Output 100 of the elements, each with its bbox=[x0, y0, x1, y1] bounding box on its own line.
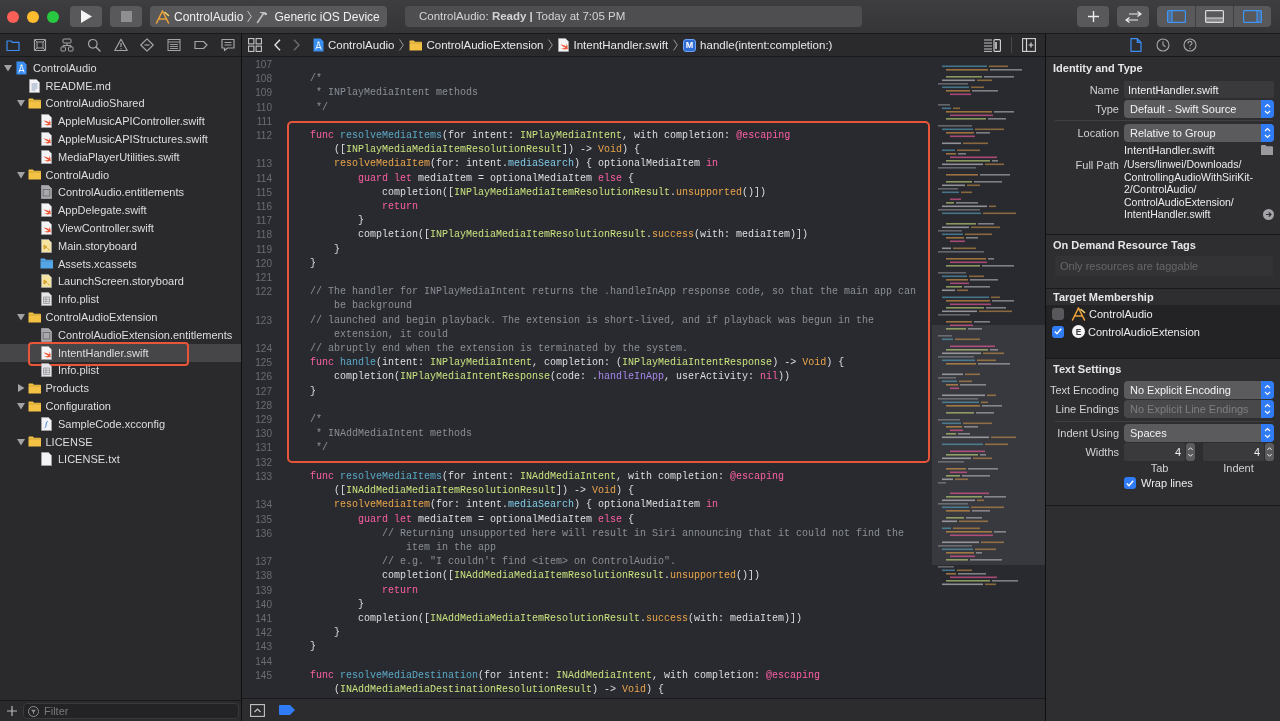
line-number: 134 bbox=[254, 498, 273, 513]
disclosure-triangle-icon[interactable] bbox=[16, 170, 25, 179]
tree-item[interactable]: Info.plist bbox=[0, 290, 241, 309]
folder-icon bbox=[409, 39, 423, 51]
tree-item[interactable]: Products bbox=[0, 379, 241, 398]
breadcrumb[interactable]: ControlAudioExtension bbox=[409, 36, 544, 54]
section-title: Text Settings bbox=[1052, 361, 1123, 377]
asset-folder-icon bbox=[40, 258, 53, 270]
tree-item[interactable]: ControlAudioShared bbox=[0, 94, 241, 113]
folder-icon bbox=[27, 436, 41, 448]
line-number: 108 bbox=[254, 72, 273, 87]
framed-document-icon bbox=[41, 327, 52, 342]
stepper[interactable] bbox=[1265, 442, 1274, 461]
tree-item[interactable]: Configuration bbox=[0, 397, 241, 415]
disclosure-triangle-icon[interactable] bbox=[16, 437, 25, 446]
project-file-icon bbox=[16, 60, 27, 75]
breadcrumb[interactable]: ControlAudio bbox=[313, 36, 395, 54]
editor-options-button[interactable] bbox=[984, 37, 1001, 53]
file-path: /Users/linwei/Downloads/ControllingAudioWithSiriKit-2/ControlAudio/ControlAudioExtension/IntentHandler.swift bbox=[1124, 158, 1254, 221]
tree-item[interactable]: ControlAudio bbox=[0, 59, 241, 77]
swap-arrows-icon bbox=[1124, 10, 1142, 23]
number-field[interactable]: 4 bbox=[1203, 442, 1264, 461]
tree-item[interactable]: ControlAudio.entitlements bbox=[0, 183, 241, 202]
zoom-window-button[interactable] bbox=[47, 10, 59, 23]
tree-item[interactable]: LICENSE bbox=[0, 432, 241, 451]
breadcrumb[interactable]: IntentHandler.swift bbox=[558, 36, 669, 54]
checkbox[interactable] bbox=[1052, 325, 1064, 338]
document-icon bbox=[28, 78, 40, 93]
checkmark-icon bbox=[1054, 328, 1062, 336]
code-line: func resolveMediaItems(for intent: INPlayMediaIntent, with completion: @escaping ([INPlayMediaMediaItemResolutionResult]) -> Void) { bbox=[310, 129, 792, 158]
tree-item[interactable]: LICENSE.txt bbox=[0, 450, 241, 469]
filter-field[interactable]: Filter bbox=[23, 703, 239, 719]
line-number: 127 bbox=[254, 384, 273, 399]
checkbox-label: ControlAudioExtension bbox=[1088, 325, 1200, 338]
folder-icon bbox=[27, 169, 41, 181]
forward-button[interactable] bbox=[293, 37, 300, 53]
chevron-icon bbox=[673, 39, 679, 51]
stepper[interactable] bbox=[1186, 442, 1195, 461]
tree-item[interactable]: ControlAudioExtension bbox=[0, 308, 241, 326]
minimize-window-button[interactable] bbox=[27, 10, 39, 23]
popup-button[interactable]: Spaces bbox=[1124, 424, 1274, 443]
inspector-tab[interactable] bbox=[1156, 37, 1170, 53]
tree-item[interactable]: SampleCode.xcconfig bbox=[0, 414, 241, 433]
checkbox[interactable] bbox=[1052, 307, 1064, 320]
folder-icon bbox=[6, 38, 21, 52]
tree-item[interactable]: LaunchScreen.storyboard bbox=[0, 272, 241, 291]
library-button[interactable] bbox=[1077, 6, 1109, 27]
run-button[interactable] bbox=[70, 6, 102, 27]
close-window-button[interactable] bbox=[7, 10, 19, 23]
debug-area-button[interactable] bbox=[250, 702, 265, 718]
lines-icon bbox=[984, 38, 1001, 52]
inspector-tab[interactable] bbox=[1129, 37, 1143, 53]
line-number: 122 bbox=[254, 285, 273, 300]
arrow-circle-icon[interactable] bbox=[1263, 208, 1274, 220]
tree-item[interactable]: README.md bbox=[0, 76, 241, 95]
tree-item[interactable]: AppDelegate.swift bbox=[0, 201, 241, 220]
code-review-button[interactable] bbox=[1117, 6, 1149, 27]
tree-item[interactable]: ControlAudio bbox=[0, 165, 241, 184]
tree-item[interactable]: ControlAudioExtension.entitlements bbox=[0, 325, 241, 344]
code-line: func resolveMediaItems(for intent: INAddMediaIntent, with completion: @escaping ([INAddMediaMediaItemResolutionResult]) -> Void) { bbox=[310, 469, 786, 499]
text-field[interactable]: IntentHandler.swift bbox=[1124, 81, 1274, 98]
number-field[interactable]: 4 bbox=[1124, 442, 1185, 461]
code-line: completion([INPlayMediaMediaItemResolutionResult.success(with: mediaItem)]) bbox=[358, 228, 809, 243]
popup-button[interactable]: No Explicit Encoding bbox=[1124, 381, 1274, 400]
code-line: return bbox=[382, 200, 419, 215]
method-badge: M bbox=[683, 38, 697, 52]
destination-button[interactable]: Generic iOS Device bbox=[256, 9, 380, 24]
code-line: } bbox=[358, 597, 365, 612]
tree-item[interactable]: MediaPlayerUtilities.swift bbox=[0, 148, 241, 166]
back-button[interactable] bbox=[274, 37, 281, 53]
checkmark-icon bbox=[1126, 479, 1134, 487]
swift-file-icon bbox=[41, 203, 52, 218]
tree-item[interactable]: Info.plist bbox=[0, 361, 241, 380]
disclosure-triangle-icon[interactable] bbox=[16, 384, 25, 393]
popup-button[interactable]: Default - Swift Source bbox=[1124, 99, 1274, 118]
inspector-tab[interactable] bbox=[1183, 37, 1197, 53]
tree-item[interactable]: Assets.xcassets bbox=[0, 254, 241, 273]
scheme-button[interactable]: ControlAudio bbox=[155, 9, 244, 24]
breadcrumb[interactable]: M handle(intent:completion:) bbox=[683, 36, 833, 54]
add-button[interactable] bbox=[7, 706, 17, 716]
field-caption: Indent bbox=[1223, 461, 1254, 475]
tree-item[interactable]: ViewController.swift bbox=[0, 219, 241, 237]
disclosure-triangle-icon[interactable] bbox=[4, 63, 12, 72]
popup-button[interactable]: Relative to Group bbox=[1124, 123, 1274, 142]
folder-icon[interactable] bbox=[1261, 145, 1273, 155]
storyboard-file-icon bbox=[41, 274, 52, 289]
checkbox[interactable] bbox=[1124, 477, 1136, 490]
disclosure-triangle-icon[interactable] bbox=[16, 402, 25, 411]
related-items-button[interactable] bbox=[248, 37, 262, 53]
disclosure-triangle-icon[interactable] bbox=[16, 313, 25, 322]
tree-item[interactable]: AppleMusicAPIStructures.swift bbox=[0, 130, 241, 148]
checkbox-label: Wrap lines bbox=[1141, 477, 1193, 490]
split-editor-button[interactable] bbox=[1022, 37, 1036, 53]
stop-button[interactable] bbox=[110, 6, 142, 27]
disclosure-triangle-icon[interactable] bbox=[16, 99, 25, 108]
line-number: 132 bbox=[254, 455, 273, 470]
tree-item[interactable]: Main.storyboard bbox=[0, 236, 241, 255]
extension-badge: E bbox=[1072, 325, 1085, 339]
line-number: 107 bbox=[254, 58, 273, 72]
tree-item[interactable]: AppleMusicAPIController.swift bbox=[0, 112, 241, 131]
